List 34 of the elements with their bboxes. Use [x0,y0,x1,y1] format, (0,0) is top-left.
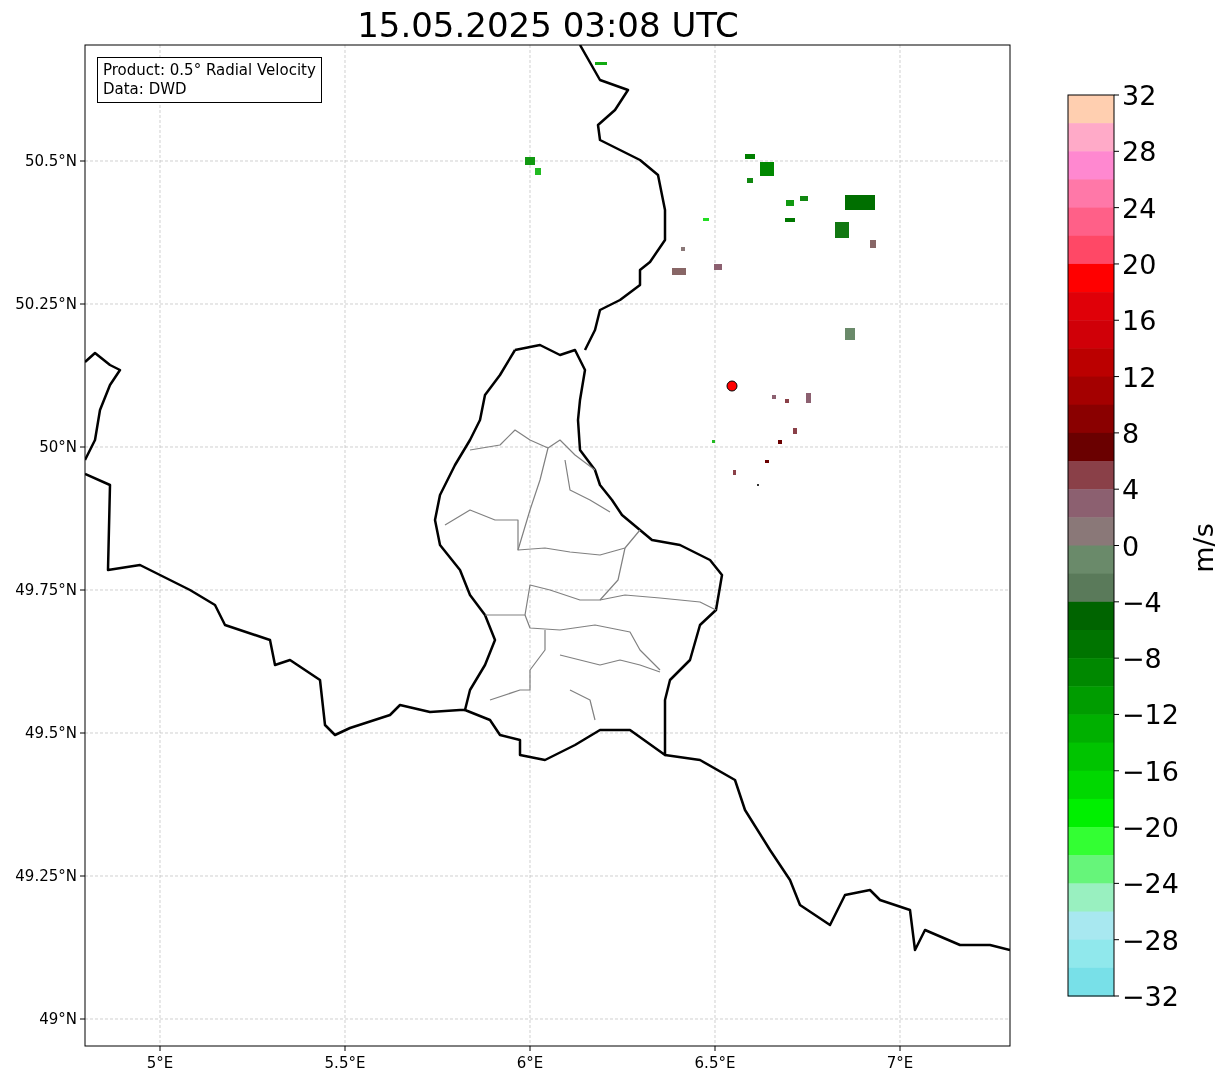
latitude-label: 49.5°N [24,724,77,742]
colorbar-tick-label: 20 [1122,248,1157,280]
longitude-label: 5.5°E [324,1054,366,1072]
colorbar-tick-label: −16 [1122,755,1179,787]
colorbar-tick-label: 8 [1122,417,1140,449]
latitude-label: 49.25°N [15,867,77,885]
info-line: Product: 0.5° Radial Velocity [103,61,316,80]
latitude-label: 50.5°N [24,152,77,170]
colorbar-tick-label: 32 [1122,80,1157,111]
longitude-label: 6.5°E [694,1054,736,1072]
latitude-label: 49.75°N [15,581,77,599]
map-title: 15.05.2025 03:08 UTC [357,5,739,45]
latitude-label: 49°N [39,1010,77,1028]
colorbar-tick-label: 24 [1122,192,1157,224]
colorbar-tick-label: 28 [1122,136,1157,168]
colorbar-tick-label: 16 [1122,305,1157,337]
longitude-label: 7°E [886,1054,914,1072]
colorbar-tick-label: 4 [1122,474,1140,506]
info-line: Data: DWD [103,80,188,99]
colorbar-tick-label: −20 [1122,812,1179,844]
colorbar-tick-label: −12 [1122,699,1179,731]
colorbar-tick-label: −28 [1122,924,1179,956]
latitude-label: 50.25°N [15,295,77,313]
colorbar-tick-label: 12 [1122,361,1157,393]
colorbar-tick-label: −4 [1122,586,1162,618]
longitude-label: 5°E [146,1054,174,1072]
longitude-label: 6°E [516,1054,544,1072]
colorbar-tick-label: 0 [1122,530,1140,562]
colorbar-tick-label: −8 [1122,643,1162,675]
colorbar-tick-label: −24 [1122,868,1179,900]
colorbar-label: m/s [1188,523,1219,573]
latitude-label: 50°N [39,438,77,456]
colorbar-tick-label: −32 [1122,981,1179,1012]
radar-site-marker [726,380,738,392]
